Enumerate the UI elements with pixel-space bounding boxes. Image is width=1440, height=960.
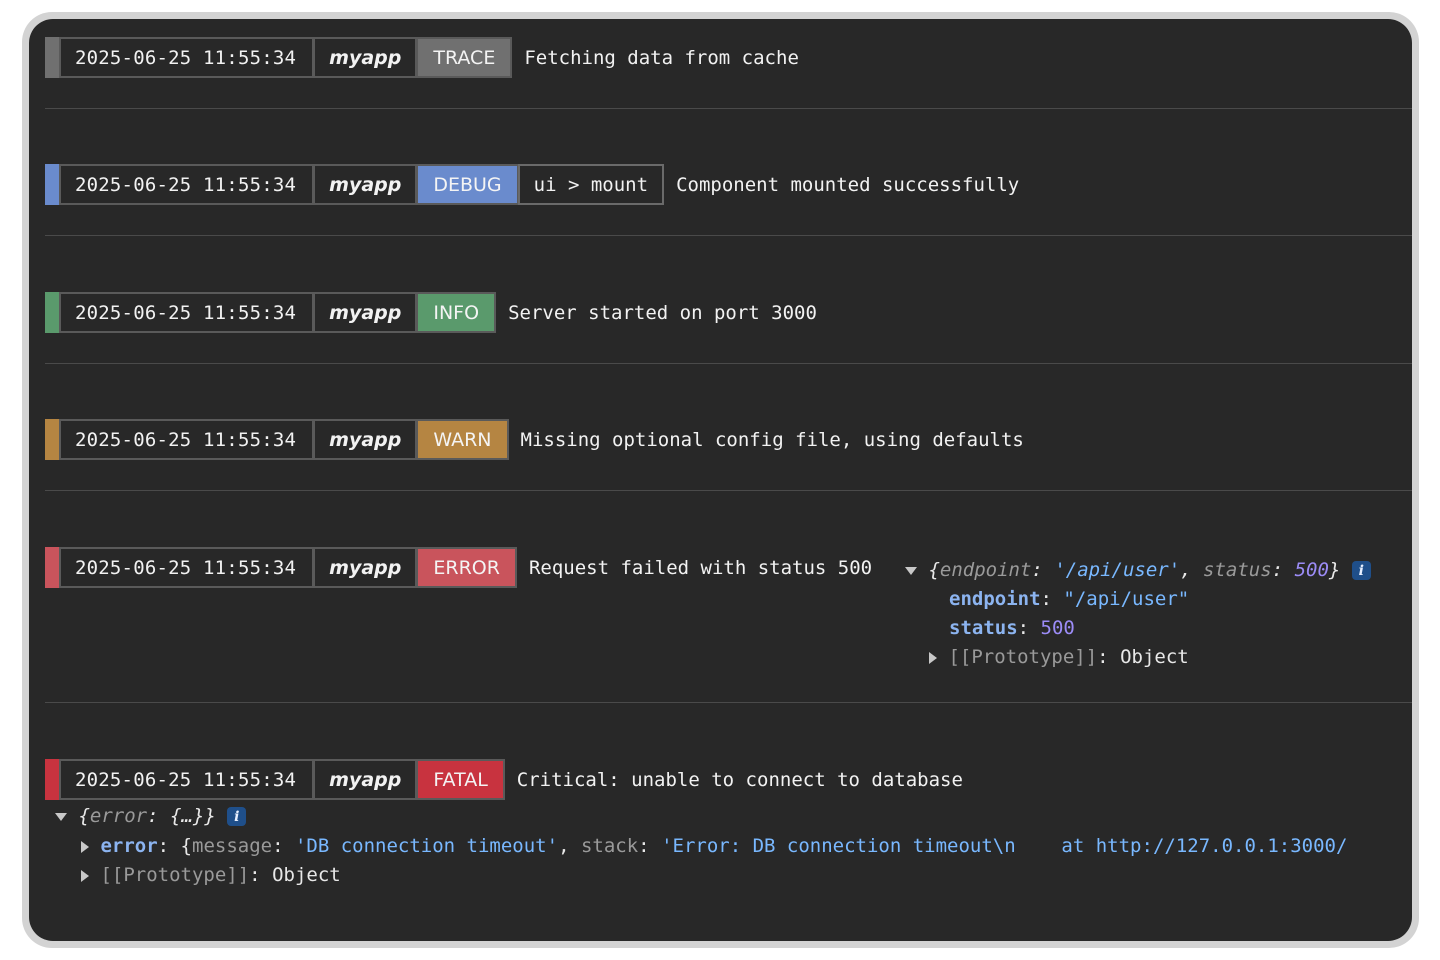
log-app-name: myapp	[313, 164, 418, 205]
log-message: Critical: unable to connect to database	[516, 768, 963, 791]
object-key: [[Prototype]]	[100, 864, 250, 886]
log-timestamp: 2025-06-25 11:55:34	[59, 419, 315, 460]
object-key: status	[1203, 559, 1272, 581]
object-summary-row[interactable]: {endpoint: '/api/user', status: 500} i	[905, 559, 1371, 581]
log-level-badge: FATAL	[416, 759, 505, 800]
console-panel: 2025-06-25 11:55:34 myapp TRACE Fetching…	[29, 19, 1412, 941]
object-key: endpoint	[949, 588, 1041, 610]
log-separator	[45, 235, 1412, 236]
log-app-name: myapp	[313, 759, 418, 800]
log-separator	[45, 363, 1412, 364]
log-separator	[45, 702, 1412, 703]
log-timestamp: 2025-06-25 11:55:34	[59, 37, 315, 78]
console-window-frame: 2025-06-25 11:55:34 myapp TRACE Fetching…	[22, 12, 1419, 948]
level-color-bar	[45, 164, 59, 205]
object-property-row: status: 500	[949, 617, 1075, 639]
object-key: message	[192, 835, 273, 857]
expand-triangle-icon[interactable]	[81, 869, 89, 882]
object-key: [[Prototype]]	[948, 646, 1098, 668]
log-message: Fetching data from cache	[524, 46, 799, 69]
log-level-badge: TRACE	[416, 37, 513, 78]
collapse-triangle-icon[interactable]	[905, 566, 917, 575]
level-color-bar	[45, 547, 59, 588]
log-app-name: myapp	[313, 37, 418, 78]
expand-triangle-icon[interactable]	[929, 651, 937, 664]
log-entry-debug[interactable]: 2025-06-25 11:55:34 myapp DEBUG ui > mou…	[45, 164, 1019, 205]
object-prototype-row[interactable]: [[Prototype]]: Object	[929, 646, 1189, 668]
log-level-badge: WARN	[416, 419, 509, 460]
log-entry-warn[interactable]: 2025-06-25 11:55:34 myapp WARN Missing o…	[45, 419, 1024, 460]
object-prototype-row[interactable]: [[Prototype]]: Object	[81, 864, 341, 886]
object-key: status	[949, 617, 1018, 639]
log-entry-error[interactable]: 2025-06-25 11:55:34 myapp ERROR Request …	[45, 547, 872, 588]
log-timestamp: 2025-06-25 11:55:34	[59, 292, 315, 333]
log-entry-info[interactable]: 2025-06-25 11:55:34 myapp INFO Server st…	[45, 292, 817, 333]
info-icon[interactable]: i	[1351, 561, 1371, 580]
log-level-badge: INFO	[416, 292, 497, 333]
collapse-triangle-icon[interactable]	[55, 812, 67, 821]
log-context: ui > mount	[517, 164, 665, 205]
object-value: Object	[1120, 646, 1189, 668]
object-key: endpoint	[939, 559, 1032, 581]
log-message: Component mounted successfully	[676, 173, 1020, 196]
object-key: stack	[580, 835, 639, 857]
object-value: Object	[272, 864, 341, 886]
object-key: error	[100, 835, 158, 857]
level-color-bar	[45, 419, 59, 460]
object-value: "/api/user"	[1063, 588, 1190, 610]
object-key: error	[89, 805, 148, 827]
object-value: 500	[1040, 617, 1075, 639]
object-value: 'DB connection timeout'	[294, 835, 559, 857]
log-app-name: myapp	[313, 292, 418, 333]
log-timestamp: 2025-06-25 11:55:34	[59, 547, 315, 588]
object-property-row: endpoint: "/api/user"	[949, 588, 1190, 610]
log-message: Server started on port 3000	[508, 301, 817, 324]
log-app-name: myapp	[313, 419, 418, 460]
log-message: Request failed with status 500	[528, 556, 873, 579]
object-value: 500	[1294, 559, 1329, 581]
log-app-name: myapp	[313, 547, 418, 588]
object-summary-row[interactable]: {error: {…}} i	[55, 805, 247, 827]
log-separator	[45, 108, 1412, 109]
expand-triangle-icon[interactable]	[81, 840, 89, 853]
log-timestamp: 2025-06-25 11:55:34	[59, 164, 315, 205]
object-value: {…}	[170, 805, 205, 827]
object-property-row[interactable]: error: {message: 'DB connection timeout'…	[81, 835, 1347, 857]
level-color-bar	[45, 759, 59, 800]
log-timestamp: 2025-06-25 11:55:34	[59, 759, 315, 800]
info-icon[interactable]: i	[227, 807, 247, 826]
log-level-badge: DEBUG	[416, 164, 519, 205]
level-color-bar	[45, 292, 59, 333]
object-value: '/api/user'	[1054, 559, 1181, 581]
object-value: 'Error: DB connection timeout\n at http:…	[661, 835, 1348, 857]
log-separator	[45, 490, 1412, 491]
log-entry-fatal[interactable]: 2025-06-25 11:55:34 myapp FATAL Critical…	[45, 759, 963, 800]
log-level-badge: ERROR	[416, 547, 517, 588]
log-message: Missing optional config file, using defa…	[520, 428, 1024, 451]
log-entry-trace[interactable]: 2025-06-25 11:55:34 myapp TRACE Fetching…	[45, 37, 799, 78]
level-color-bar	[45, 37, 59, 78]
